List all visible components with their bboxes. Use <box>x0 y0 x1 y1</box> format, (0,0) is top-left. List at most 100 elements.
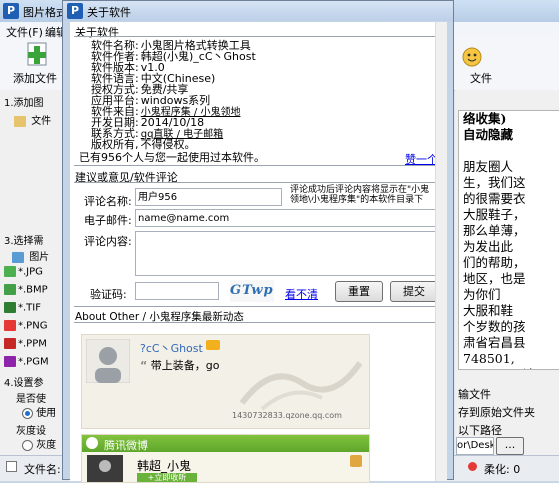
bmp-icon <box>4 284 16 295</box>
weibo-header: 腾讯微博 <box>82 435 369 452</box>
qzone-post: “ 带上装备，go <box>140 357 219 373</box>
gray-label: 灰度设 <box>16 426 46 437</box>
reset-button[interactable]: 重置 <box>335 281 383 302</box>
section-about-title: 关于软件 <box>75 26 119 39</box>
dialog-scrollbar[interactable] <box>435 22 447 481</box>
radio-use[interactable]: 使用 <box>22 404 56 419</box>
preview-line: 为你们 <box>463 287 501 302</box>
weibo-logo-icon <box>86 437 98 449</box>
ppm-icon <box>4 338 16 349</box>
weibo-card: 腾讯微博 韩超_小鬼 +立即收听 <box>81 434 370 483</box>
dialog-title: 关于软件 <box>87 6 131 19</box>
preview-text-box[interactable]: 络收集) 自动隐藏 朋友圈人 生，我们这 的很需要衣 大服鞋子， 那么单薄， 为发出此 们的帮助… <box>458 110 559 370</box>
weibo-avatar <box>87 455 123 482</box>
divider <box>74 306 442 307</box>
dialog-app-icon: P <box>67 3 83 19</box>
comment-content-textarea[interactable] <box>135 231 438 276</box>
users-note: 已有956个人与您一起使用过本软件。 <box>79 151 265 164</box>
content-label: 评论内容: <box>84 235 132 248</box>
preview-line: 络收集) <box>463 111 507 126</box>
format-item-tif[interactable]: *.TIF <box>4 302 41 314</box>
soften-label: 柔化: 0 <box>484 463 521 476</box>
weibo-share-icon[interactable] <box>350 455 362 467</box>
preview-line: 748501, <box>463 351 515 366</box>
radio-gray[interactable]: 灰度 <box>22 436 56 451</box>
preview-line: 肃省宕昌县 <box>463 335 526 350</box>
format-label: *.PPM <box>18 338 47 350</box>
avatar <box>86 339 130 383</box>
main-window-title: 图片格式 <box>23 6 67 19</box>
format-label: *.PNG <box>18 320 48 332</box>
format-item-bmp[interactable]: *.BMP <box>4 284 48 296</box>
quote-icon: “ <box>140 359 148 372</box>
add-file-button[interactable]: 添加文件 <box>4 38 64 88</box>
preview-line: 为发出此 <box>463 239 514 254</box>
step3-label: 3.选择需 <box>4 236 44 247</box>
app-icon: P <box>3 3 19 19</box>
email-label: 电子邮件: <box>84 214 132 227</box>
preview-line: 个岁数的孩 <box>463 319 526 334</box>
preview-line: 朋友圈人 <box>463 159 514 174</box>
captcha-image[interactable]: GTwp <box>230 280 274 302</box>
about-dialog: P 关于软件 关于软件 软件名称: 小鬼图片格式转换工具 软件作者: 韩超(小鬼)_c… <box>62 0 454 483</box>
success-note: 评论成功后评论内容将显示在"小鬼领地\小鬼程序集"的本软件目录下 <box>290 185 430 205</box>
output-option-2[interactable]: 存到原始文件夹 <box>458 404 535 420</box>
output-option-1: 输文件 <box>458 388 491 401</box>
pgm-icon <box>4 356 16 367</box>
add-file-label: 添加文件 <box>13 72 57 85</box>
image-label: 图片 <box>29 252 50 263</box>
browse-button[interactable]: ... <box>496 437 524 455</box>
file-column-header: 文件 <box>14 112 51 127</box>
left-panel: 1.添加图 文件 3.选择需 图片 *.JPG *.BMP *.TIF *.PN… <box>0 90 68 455</box>
divider <box>74 165 442 166</box>
step1-label: 1.添加图 <box>4 98 44 109</box>
add-file-icon <box>27 42 47 66</box>
preview-line: 7195075 请 <box>463 367 559 369</box>
captcha-refresh-link[interactable]: 看不清 <box>285 286 318 302</box>
format-item-pgm[interactable]: *.PGM <box>4 356 49 368</box>
format-label: *.PGM <box>18 356 49 368</box>
save-mode-label: 是否使 <box>16 394 46 405</box>
dialog-titlebar: P 关于软件 <box>63 1 453 21</box>
preview-line: 地区，也是 <box>463 271 526 286</box>
weibo-user[interactable]: 韩超_小鬼 <box>137 457 191 474</box>
jpg-icon <box>4 266 16 277</box>
divider <box>74 36 442 37</box>
radio-use-label: 使用 <box>36 408 57 419</box>
folder-icon <box>14 115 26 127</box>
info-label: 版权所有, <box>91 138 139 151</box>
output-path-input[interactable]: or\Desk <box>456 437 494 455</box>
follow-button[interactable]: +立即收听 <box>137 473 197 482</box>
output-option-3[interactable]: 以下路径 <box>458 422 502 438</box>
format-label: *.TIF <box>18 302 41 314</box>
qzone-name[interactable]: ?cC丶Ghost <box>140 340 203 356</box>
preview-line: 那么单薄， <box>463 223 526 238</box>
format-item-ppm[interactable]: *.PPM <box>4 338 47 350</box>
comment-name-input[interactable]: 用户956 <box>135 188 282 206</box>
qzone-domain[interactable]: 1430732833.qzone.qq.com <box>232 411 342 420</box>
preview-line <box>463 143 559 159</box>
radio-icon <box>22 439 33 451</box>
step4-label: 4.设置参 <box>4 378 44 389</box>
weibo-title: 腾讯微博 <box>104 439 148 452</box>
radio-icon <box>22 407 33 419</box>
format-item-jpg[interactable]: *.JPG <box>4 266 43 278</box>
preview-line: 们的帮助， <box>463 255 526 270</box>
submit-button[interactable]: 提交 <box>390 281 438 302</box>
format-item-png[interactable]: *.PNG <box>4 320 47 332</box>
qzone-post-text: 带上装备，go <box>150 359 220 372</box>
file-name-label: 文件名: <box>24 463 61 476</box>
dialog-body: 关于软件 软件名称: 小鬼图片格式转换工具 软件作者: 韩超(小鬼)_cC丶Ghost… <box>70 22 447 483</box>
status-checkbox[interactable] <box>6 461 17 472</box>
preview-line: 大服鞋子， <box>463 207 526 222</box>
tif-icon <box>4 302 16 313</box>
qzone-card[interactable]: ?cC丶Ghost “ 带上装备，go 1430732833.qzone.qq.… <box>81 334 370 429</box>
email-input[interactable]: name@name.com <box>135 209 438 227</box>
image-format-header: 图片 <box>12 248 49 263</box>
info-row: 版权所有, 不得侵权。 <box>91 139 196 150</box>
image-icon <box>12 251 24 263</box>
file-column-label: 文件 <box>31 116 52 127</box>
preview-line: 自动隐藏 <box>463 127 514 142</box>
captcha-input[interactable] <box>135 282 219 300</box>
radio-gray-label: 灰度 <box>36 440 57 451</box>
